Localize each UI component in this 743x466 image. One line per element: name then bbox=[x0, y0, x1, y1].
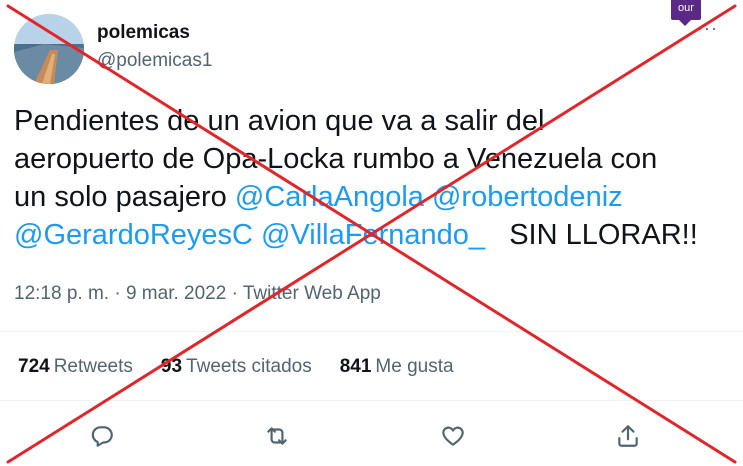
quotes-count: 93 bbox=[160, 356, 183, 377]
quotes-label: Tweets citados bbox=[186, 356, 312, 377]
divider bbox=[0, 331, 743, 332]
badge: our bbox=[671, 0, 701, 26]
avatar[interactable] bbox=[14, 14, 84, 84]
meta-separator: · bbox=[226, 283, 243, 304]
retweets-label: Retweets bbox=[53, 356, 133, 377]
display-name[interactable]: polemicas bbox=[97, 22, 190, 44]
retweet-icon bbox=[267, 427, 287, 445]
tweet-space bbox=[424, 181, 432, 213]
mention-link[interactable]: @VillaFernando_ bbox=[261, 219, 485, 251]
tweet-stats: 724 Retweets 93 Tweets citados 841 Me gusta bbox=[18, 356, 482, 378]
heart-icon bbox=[442, 426, 464, 446]
meta-separator: · bbox=[109, 283, 126, 304]
user-handle[interactable]: @polemicas1 bbox=[97, 50, 212, 72]
retweets-count: 724 bbox=[18, 356, 50, 377]
mention-link[interactable]: @GerardoReyesC bbox=[14, 219, 253, 251]
tweet-text-part: SIN LLORAR!! bbox=[485, 219, 698, 251]
share-button[interactable] bbox=[612, 420, 644, 452]
tweet-date[interactable]: 9 mar. 2022 bbox=[126, 283, 226, 304]
likes-label: Me gusta bbox=[375, 356, 454, 377]
tweet-text: Pendientes de un avion que va a salir de… bbox=[14, 102, 734, 254]
like-button[interactable] bbox=[437, 420, 469, 452]
reply-icon bbox=[91, 426, 113, 447]
tweet-meta: 12:18 p. m. · 9 mar. 2022 · Twitter Web … bbox=[14, 283, 381, 305]
reply-button[interactable] bbox=[86, 420, 118, 452]
mention-link[interactable]: @CarlaAngola bbox=[235, 181, 424, 213]
retweet-button[interactable] bbox=[261, 420, 293, 452]
mention-link[interactable]: @robertodeniz bbox=[432, 181, 623, 213]
tweet-time[interactable]: 12:18 p. m. bbox=[14, 283, 109, 304]
share-icon bbox=[618, 425, 638, 447]
tweet-space bbox=[253, 219, 261, 251]
likes-count: 841 bbox=[339, 356, 372, 377]
tweet-source[interactable]: Twitter Web App bbox=[243, 283, 381, 304]
likes-stat[interactable]: 841 Me gusta bbox=[340, 356, 454, 378]
more-icon[interactable]: ··· bbox=[697, 18, 718, 39]
retweets-stat[interactable]: 724 Retweets bbox=[18, 356, 133, 378]
divider bbox=[0, 400, 743, 401]
quotes-stat[interactable]: 93 Tweets citados bbox=[161, 356, 312, 378]
avatar-image bbox=[14, 14, 84, 84]
